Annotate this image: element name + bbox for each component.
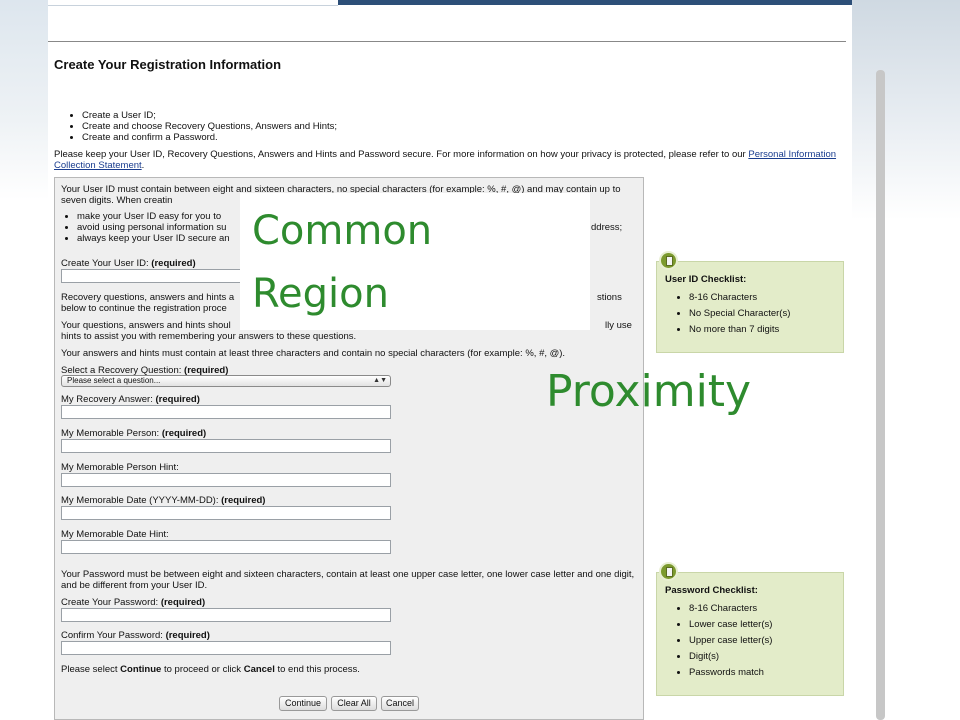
proximity-label: Proximity xyxy=(546,366,752,417)
password-checklist: Password Checklist: 8-16 Characters Lowe… xyxy=(656,562,844,696)
select-arrows-icon: ▲▼ xyxy=(373,377,387,384)
privacy-text: Please keep your User ID, Recovery Quest… xyxy=(54,149,746,160)
top-banner-left xyxy=(48,0,338,6)
clipboard-icon xyxy=(659,251,678,270)
recovery-intro-a-tail: stions xyxy=(597,292,622,303)
password-input[interactable] xyxy=(61,608,391,622)
recovery-memorable-b: hints to assist you with remembering you… xyxy=(61,331,357,342)
password-rule: Your Password must be between eight and … xyxy=(61,569,635,591)
person-hint-label: My Memorable Person Hint: xyxy=(61,462,179,473)
rule-text: avoid using personal information su xyxy=(77,222,227,233)
password-label: Create Your Password: (required) xyxy=(61,597,205,608)
clear-all-button[interactable]: Clear All xyxy=(331,696,377,711)
proceed-cancel: Cancel xyxy=(243,664,275,675)
proceed-continue: Continue xyxy=(120,664,162,675)
required-marker: (required) xyxy=(161,428,207,439)
continue-button[interactable]: Continue xyxy=(279,696,327,711)
label-text: My Memorable Date (YYYY-MM-DD): xyxy=(61,495,219,506)
label-text: Create Your Password: xyxy=(61,597,159,608)
required-marker: (required) xyxy=(165,630,210,641)
memorable-date-hint-input[interactable] xyxy=(61,540,391,554)
list-item: 8-16 Characters xyxy=(689,601,772,617)
recovery-answer-input[interactable] xyxy=(61,405,391,419)
checklist-items: 8-16 Characters No Special Character(s) … xyxy=(665,290,790,338)
proceed-c: to end this process. xyxy=(277,664,360,675)
proceed-b: to proceed or click xyxy=(163,664,242,675)
checklist-title: User ID Checklist: xyxy=(665,274,747,285)
recovery-memorable-a: Your questions, answers and hints shoul xyxy=(61,320,231,331)
label-text: Create Your User ID: xyxy=(61,258,149,269)
recovery-intro-a: Recovery questions, answers and hints a xyxy=(61,292,235,303)
list-item: No Special Character(s) xyxy=(689,306,790,322)
memorable-person-input[interactable] xyxy=(61,439,391,453)
select-value: Please select a question... xyxy=(67,376,161,385)
required-marker: (required) xyxy=(155,394,200,405)
common-label: Common xyxy=(252,208,433,254)
divider xyxy=(48,41,846,42)
userid-label: Create Your User ID: (required) xyxy=(61,258,196,269)
date-hint-label: My Memorable Date Hint: xyxy=(61,529,169,540)
privacy-end: . xyxy=(141,160,145,171)
list-item: Create and choose Recovery Questions, An… xyxy=(82,121,337,132)
clipboard-icon xyxy=(659,562,678,581)
userid-checklist: User ID Checklist: 8-16 Characters No Sp… xyxy=(656,251,844,353)
required-marker: (required) xyxy=(151,258,196,269)
list-item: Create and confirm a Password. xyxy=(82,132,337,143)
date-label: My Memorable Date (YYYY-MM-DD): (require… xyxy=(61,495,265,506)
memorable-date-input[interactable] xyxy=(61,506,391,520)
person-label: My Memorable Person: (required) xyxy=(61,428,206,439)
intro-list: Create a User ID; Create and choose Reco… xyxy=(62,110,337,143)
cancel-button[interactable]: Cancel xyxy=(381,696,419,711)
required-marker: (required) xyxy=(221,495,266,506)
answer-label: My Recovery Answer: (required) xyxy=(61,394,200,405)
answers-rule: Your answers and hints must contain at l… xyxy=(61,348,566,359)
list-item: No more than 7 digits xyxy=(689,322,790,338)
list-item: Digit(s) xyxy=(689,649,772,665)
checklist-title: Password Checklist: xyxy=(665,585,758,596)
scrollbar[interactable] xyxy=(876,70,885,720)
recovery-intro-b: below to continue the registration proce xyxy=(61,303,227,314)
page-title: Create Your Registration Information xyxy=(54,57,282,72)
region-label: Region xyxy=(252,271,389,317)
right-background xyxy=(852,0,960,720)
recovery-question-select[interactable]: Please select a question... ▲▼ xyxy=(61,375,391,387)
memorable-person-hint-input[interactable] xyxy=(61,473,391,487)
list-item: Create a User ID; xyxy=(82,110,337,121)
list-item: Lower case letter(s) xyxy=(689,617,772,633)
label-text: My Recovery Answer: xyxy=(61,394,153,405)
confirm-label: Confirm Your Password: (required) xyxy=(61,630,210,641)
required-marker: (required) xyxy=(160,597,206,608)
left-background xyxy=(0,0,48,720)
proceed-a: Please select xyxy=(61,664,118,675)
checklist-items: 8-16 Characters Lower case letter(s) Upp… xyxy=(665,601,772,681)
rule-tail: ddress; xyxy=(591,222,623,233)
label-text: My Memorable Person: xyxy=(61,428,160,439)
list-item: Passwords match xyxy=(689,665,772,681)
privacy-notice: Please keep your User ID, Recovery Quest… xyxy=(54,149,846,171)
proceed-instructions: Please select Continue to proceed or cli… xyxy=(61,664,637,675)
list-item: 8-16 Characters xyxy=(689,290,790,306)
recovery-memorable-a-tail: lly use xyxy=(605,320,632,331)
list-item: Upper case letter(s) xyxy=(689,633,772,649)
confirm-password-input[interactable] xyxy=(61,641,391,655)
label-text: Confirm Your Password: xyxy=(61,630,163,641)
